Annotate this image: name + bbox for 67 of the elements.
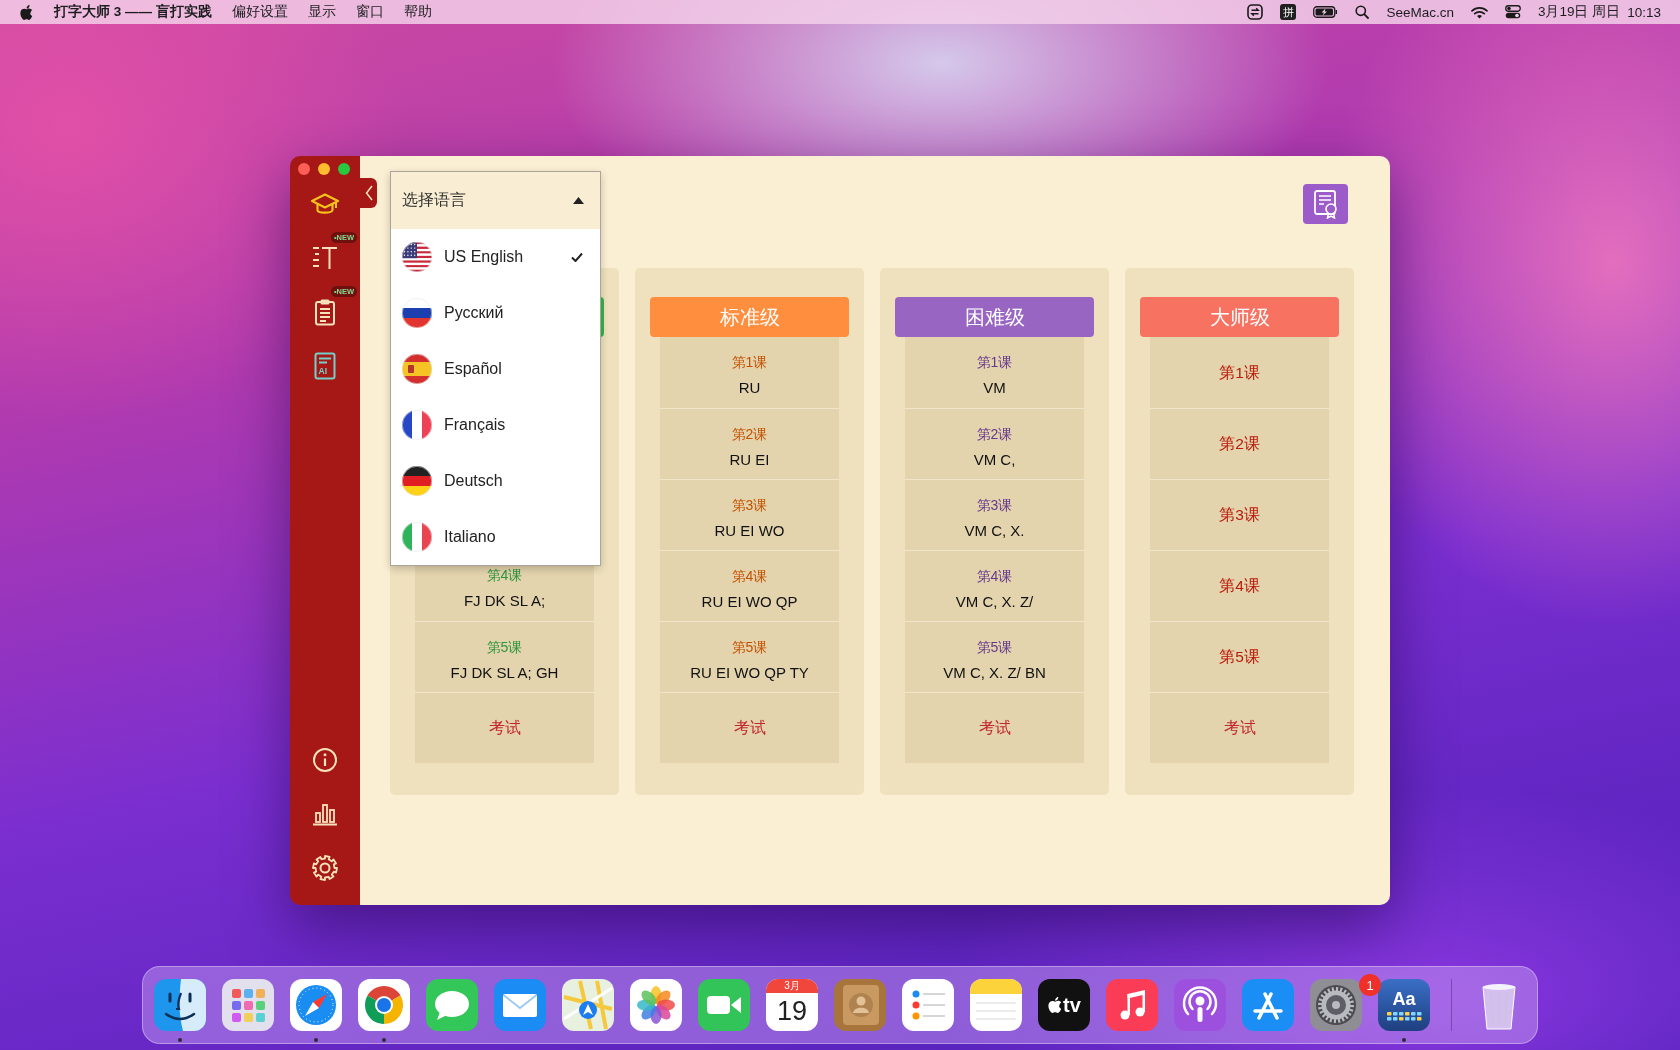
notepad-icon[interactable] <box>970 979 1022 1031</box>
flower-icon[interactable] <box>630 979 682 1031</box>
certificate-button[interactable] <box>1303 184 1348 224</box>
face-icon[interactable] <box>154 979 206 1031</box>
flag-icon <box>402 410 432 440</box>
keyboard-icon <box>1386 1012 1422 1021</box>
checklist-icon[interactable] <box>902 979 954 1031</box>
input-method-indicator[interactable]: 拼 <box>1280 4 1297 20</box>
contacts-book-icon[interactable] <box>834 979 886 1031</box>
notification-badge: 1 <box>1359 974 1381 996</box>
menu-item[interactable]: 显示 <box>307 3 336 21</box>
date-label[interactable]: 3月19日 周日 <box>1537 3 1621 21</box>
flag-icon <box>402 242 432 272</box>
certificate-icon <box>1311 189 1340 219</box>
text-lines-icon[interactable] <box>311 245 339 271</box>
level-header: 大师级 <box>1140 297 1339 337</box>
music-note-icon[interactable] <box>1106 979 1158 1031</box>
menu-item[interactable]: 帮助 <box>403 3 432 21</box>
collapse-button[interactable] <box>360 178 377 208</box>
level-header: 标准级 <box>650 297 849 337</box>
podcast-icon[interactable] <box>1174 979 1226 1031</box>
calendar-icon[interactable]: 3月 19 <box>766 979 818 1031</box>
language-option[interactable]: Русский <box>391 285 600 341</box>
search-icon[interactable] <box>1355 5 1370 19</box>
zoom-button[interactable] <box>338 163 350 175</box>
close-button[interactable] <box>298 163 310 175</box>
browser-icon[interactable] <box>358 979 410 1031</box>
level-header: 困难级 <box>895 297 1094 337</box>
compass-icon[interactable] <box>290 979 342 1031</box>
chevron-left-icon <box>364 185 373 201</box>
bar-chart-icon[interactable] <box>312 802 338 826</box>
apple-logo-icon <box>1047 996 1063 1014</box>
battery-charging-icon[interactable] <box>1313 6 1339 18</box>
language-option[interactable]: Deutsch <box>391 453 600 509</box>
language-select[interactable]: 选择语言 <box>391 172 600 229</box>
flag-icon <box>402 354 432 384</box>
language-option[interactable]: Español <box>391 341 600 397</box>
dictionary-app-icon[interactable]: Aa <box>1378 979 1430 1031</box>
ai-document-icon[interactable]: AI <box>314 352 336 380</box>
video-camera-icon[interactable] <box>698 979 750 1031</box>
language-option[interactable]: US English <box>391 229 600 285</box>
flag-icon <box>402 522 432 552</box>
clipboard-icon[interactable] <box>314 298 336 326</box>
settings-icon[interactable] <box>1310 979 1362 1031</box>
info-icon[interactable] <box>312 747 338 773</box>
language-option[interactable]: Français <box>391 397 600 453</box>
arrows-square-icon[interactable] <box>1247 4 1264 20</box>
apple-logo-icon[interactable] <box>19 3 33 21</box>
toggles-icon[interactable] <box>1504 5 1521 19</box>
menu-extra-label[interactable]: SeeMac.cn <box>1386 4 1454 20</box>
envelope-icon[interactable] <box>494 979 546 1031</box>
app-menu[interactable]: 打字大师 3 —— 盲打实践 <box>54 3 212 21</box>
app-grid-icon[interactable] <box>222 979 274 1031</box>
tv-app-icon[interactable]: tv <box>1038 979 1090 1031</box>
speech-bubble-icon[interactable] <box>426 979 478 1031</box>
graduation-cap-icon[interactable] <box>310 192 340 216</box>
clock-time[interactable]: 10:13 <box>1627 4 1661 20</box>
menu-item[interactable]: 窗口 <box>355 3 384 21</box>
minimize-button[interactable] <box>318 163 330 175</box>
menu-item[interactable]: 偏好设置 <box>231 3 288 21</box>
letter-a-icon[interactable] <box>1242 979 1294 1031</box>
checkmark-icon <box>571 252 583 262</box>
map-icon[interactable] <box>562 979 614 1031</box>
flag-icon <box>402 298 432 328</box>
settings-icon[interactable] <box>312 855 338 881</box>
flag-icon <box>402 466 432 496</box>
wifi-icon[interactable] <box>1470 5 1488 19</box>
